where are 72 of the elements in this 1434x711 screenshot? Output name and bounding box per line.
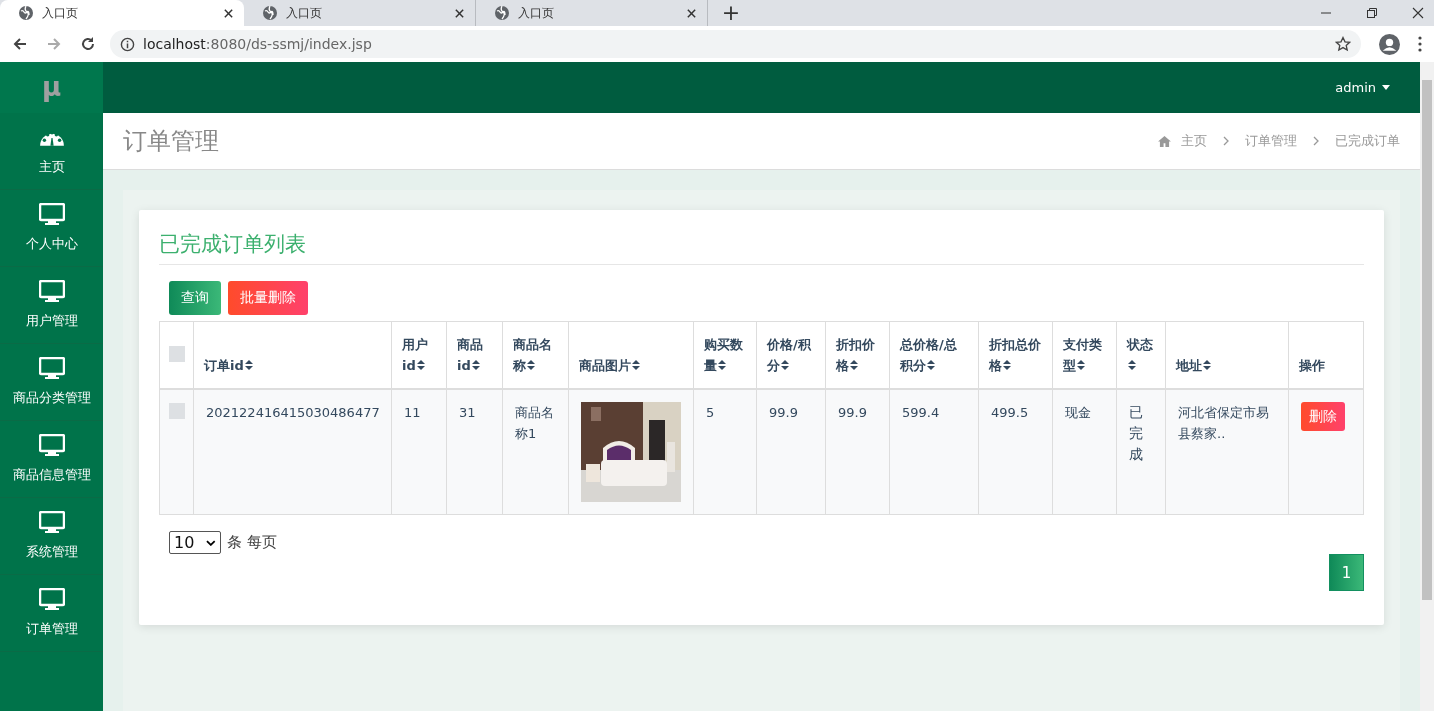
table-cell-text: 商品名称1 — [515, 404, 555, 443]
table-cell-text: 5 — [706, 404, 716, 422]
sort-icon — [781, 360, 789, 370]
back-icon — [12, 36, 28, 52]
sort-icon — [718, 360, 726, 370]
sort-icon — [244, 360, 253, 370]
table-cell-text: 已完成 — [1129, 403, 1143, 464]
tab-title: 入口页 — [518, 4, 555, 22]
browser-tab[interactable]: 入口页 — [476, 0, 708, 26]
caret-icon — [1382, 85, 1390, 90]
browser-tab[interactable]: 入口页 — [244, 0, 476, 26]
url-text: localhost:8080/ds-ssmj/index.jsp — [143, 36, 373, 52]
reload-icon — [80, 36, 96, 52]
user-menu[interactable]: admin — [1335, 80, 1390, 95]
column-header: 操作 — [1299, 357, 1326, 375]
close-icon — [1412, 7, 1424, 19]
restore-icon — [1366, 7, 1378, 19]
query-button[interactable]: 查询 — [169, 281, 221, 315]
browser-tab[interactable]: 入口页 — [0, 0, 244, 26]
checkbox[interactable] — [168, 403, 185, 419]
sort-icon — [632, 360, 640, 370]
globe-icon — [18, 5, 34, 21]
table-cell-text: 河北省保定市易县蔡家.. — [1178, 404, 1270, 443]
sort-icon — [850, 360, 858, 370]
monitor-icon — [38, 588, 65, 610]
table-cell-text: 99.9 — [769, 404, 799, 422]
sort-icon — [527, 360, 535, 370]
table-cell-text: 499.5 — [991, 404, 1030, 422]
tab-title: 入口页 — [42, 4, 79, 22]
table-cell-text: 99.9 — [838, 404, 868, 422]
monitor-icon — [38, 357, 65, 379]
page-size-select[interactable]: 10 — [169, 531, 221, 554]
scrollbar[interactable] — [1420, 62, 1434, 711]
forward-icon — [46, 36, 62, 52]
monitor-icon — [38, 511, 65, 533]
per-page-label: 条 每页 — [227, 533, 277, 552]
close-icon — [223, 7, 234, 19]
home-icon — [1158, 135, 1171, 147]
tab-title: 入口页 — [286, 4, 323, 22]
page-title: 订单管理 — [123, 126, 219, 157]
chevron-icon — [1313, 136, 1319, 146]
new-tab-button[interactable]: + — [716, 0, 746, 26]
monitor-icon — [38, 434, 65, 456]
table-cell-text: 599.4 — [902, 404, 941, 422]
close-icon — [454, 7, 465, 19]
globe-icon — [262, 5, 278, 21]
monitor-icon — [38, 280, 65, 302]
menu-icon — [1418, 36, 1422, 52]
table-cell-text: 11 — [404, 404, 422, 422]
star-icon — [1335, 36, 1351, 52]
close-icon — [686, 7, 697, 19]
table-cell-text: 31 — [459, 404, 477, 422]
table-cell-text: 现金 — [1065, 404, 1092, 422]
card-title: 已完成订单列表 — [159, 230, 1364, 265]
breadcrumb-item: 已完成订单 — [1335, 132, 1400, 150]
sort-icon — [927, 360, 935, 370]
sort-icon — [471, 360, 480, 370]
sort-icon — [1003, 360, 1011, 370]
logo: μ — [0, 62, 103, 113]
checkbox[interactable] — [168, 346, 185, 363]
sort-icon — [1077, 360, 1085, 370]
globe-icon — [494, 5, 510, 21]
address-field[interactable]: localhost:8080/ds-ssmj/index.jsp — [110, 30, 1361, 58]
sort-icon — [1128, 360, 1136, 370]
profile-icon — [1379, 33, 1400, 55]
table-cell-text: 202122416415030486477 — [206, 404, 379, 422]
sort-icon — [1203, 360, 1211, 370]
info-icon — [120, 36, 135, 52]
monitor-icon — [38, 203, 65, 225]
sort-icon — [416, 360, 425, 370]
chevron-icon — [1223, 136, 1229, 146]
chevron-down-icon — [206, 539, 216, 546]
